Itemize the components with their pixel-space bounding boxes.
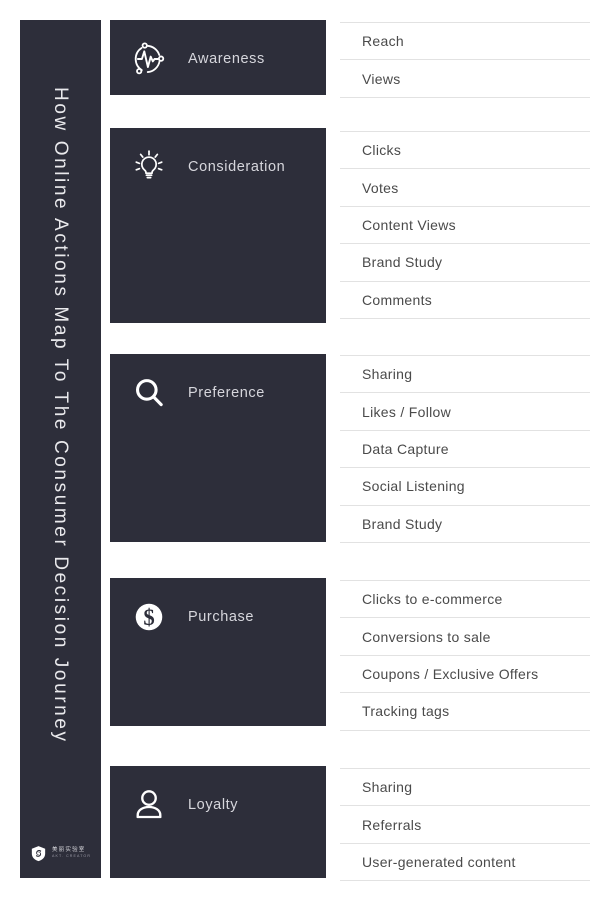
stage-label: Loyalty bbox=[188, 797, 239, 813]
stage-header: $ Purchase bbox=[110, 578, 326, 638]
metric-row[interactable]: Tracking tags bbox=[340, 693, 590, 731]
metric-row[interactable]: Sharing bbox=[340, 356, 590, 394]
metric-label: Views bbox=[362, 70, 401, 87]
metric-row[interactable]: Votes bbox=[340, 169, 590, 207]
metric-label: Sharing bbox=[362, 366, 413, 383]
stage-label: Preference bbox=[188, 385, 265, 401]
title-wrapper: How Online Actions Map To The Consumer D… bbox=[20, 20, 101, 810]
stage-header: Loyalty bbox=[110, 766, 326, 826]
stage-label: Consideration bbox=[188, 159, 286, 175]
metric-label: Conversions to sale bbox=[362, 628, 491, 645]
page-title: How Online Actions Map To The Consumer D… bbox=[50, 86, 71, 744]
stage-panel-loyalty[interactable]: Loyalty bbox=[110, 766, 326, 878]
metric-group-consideration: Clicks Votes Content Views Brand Study C… bbox=[340, 131, 590, 319]
pulse-network-icon bbox=[128, 38, 170, 80]
magnifier-icon bbox=[128, 372, 170, 414]
stage-header: Preference bbox=[110, 354, 326, 414]
metric-label: Reach bbox=[362, 33, 404, 50]
metric-row[interactable]: Content Views bbox=[340, 207, 590, 245]
metric-row[interactable]: Comments bbox=[340, 282, 590, 319]
metric-group-purchase: Clicks to e-commerce Conversions to sale… bbox=[340, 580, 590, 731]
metric-row[interactable]: Social Listening bbox=[340, 468, 590, 506]
metric-row[interactable]: Likes / Follow bbox=[340, 393, 590, 431]
user-icon bbox=[128, 784, 170, 826]
metric-row[interactable]: Brand Study bbox=[340, 506, 590, 543]
metric-group-loyalty: Sharing Referrals User-generated content bbox=[340, 768, 590, 882]
brand-shield-icon bbox=[30, 845, 47, 862]
stage-panel-awareness[interactable]: Awareness bbox=[110, 20, 326, 95]
metric-label: Coupons / Exclusive Offers bbox=[362, 665, 539, 682]
metric-row[interactable]: Reach bbox=[340, 23, 590, 61]
metric-group-awareness: Reach Views bbox=[340, 22, 590, 98]
metric-row[interactable]: Coupons / Exclusive Offers bbox=[340, 656, 590, 694]
stage-label: Purchase bbox=[188, 609, 255, 625]
metric-label: User-generated content bbox=[362, 853, 516, 870]
metric-label: Content Views bbox=[362, 216, 456, 233]
metric-label: Brand Study bbox=[362, 254, 443, 271]
metric-group-preference: Sharing Likes / Follow Data Capture Soci… bbox=[340, 355, 590, 543]
metric-label: Comments bbox=[362, 291, 433, 308]
metric-row[interactable]: Clicks bbox=[340, 132, 590, 170]
metric-row[interactable]: User-generated content bbox=[340, 844, 590, 882]
brand-logo: 美丽实验室 AKT. CREATOR bbox=[20, 845, 101, 862]
metric-label: Sharing bbox=[362, 779, 413, 796]
dollar-coin-icon: $ bbox=[128, 596, 170, 638]
metric-label: Tracking tags bbox=[362, 703, 450, 720]
metric-label: Clicks bbox=[362, 142, 402, 159]
metric-row[interactable]: Referrals bbox=[340, 806, 590, 844]
brand-text-block: 美丽实验室 AKT. CREATOR bbox=[52, 848, 91, 858]
metric-label: Votes bbox=[362, 179, 399, 196]
metric-row[interactable]: Views bbox=[340, 60, 590, 98]
metric-label: Clicks to e-commerce bbox=[362, 591, 503, 608]
stage-header: Awareness bbox=[110, 20, 326, 80]
metric-row[interactable]: Clicks to e-commerce bbox=[340, 581, 590, 619]
stage-panel-consideration[interactable]: Consideration bbox=[110, 128, 326, 323]
metric-label: Data Capture bbox=[362, 440, 449, 457]
metric-row[interactable]: Conversions to sale bbox=[340, 618, 590, 656]
stage-label: Awareness bbox=[188, 51, 265, 67]
stage-panel-purchase[interactable]: $ Purchase bbox=[110, 578, 326, 726]
metric-row[interactable]: Brand Study bbox=[340, 244, 590, 282]
brand-name-en: AKT. CREATOR bbox=[51, 853, 92, 858]
metric-label: Social Listening bbox=[362, 478, 465, 495]
stage-header: Consideration bbox=[110, 128, 326, 188]
metric-row[interactable]: Data Capture bbox=[340, 431, 590, 469]
metric-label: Likes / Follow bbox=[362, 403, 452, 420]
metrics-column: Reach Views Clicks Votes Content Views B… bbox=[340, 0, 590, 899]
title-sidebar: How Online Actions Map To The Consumer D… bbox=[20, 20, 101, 878]
svg-text:$: $ bbox=[143, 605, 154, 630]
metric-row[interactable]: Sharing bbox=[340, 769, 590, 807]
stage-panel-preference[interactable]: Preference bbox=[110, 354, 326, 542]
lightbulb-icon bbox=[128, 146, 170, 188]
metric-label: Brand Study bbox=[362, 515, 443, 532]
metric-label: Referrals bbox=[362, 816, 422, 833]
